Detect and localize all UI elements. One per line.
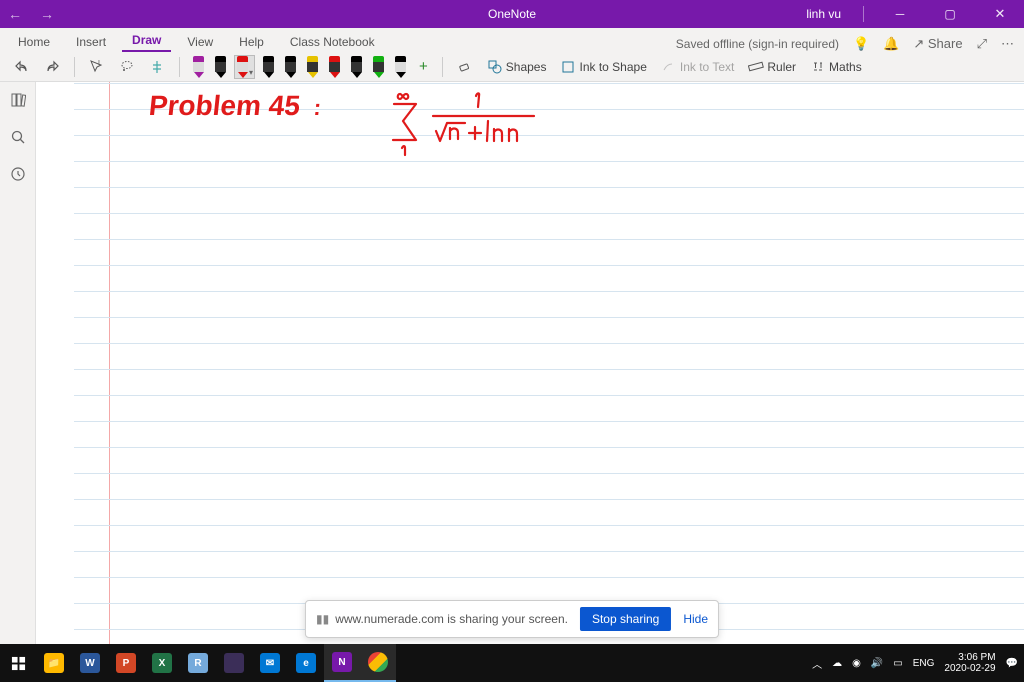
text-select-button[interactable]: I bbox=[85, 57, 109, 77]
insert-space-button[interactable] bbox=[145, 57, 169, 77]
margin-rule bbox=[109, 82, 110, 644]
maths-button[interactable]: Maths bbox=[806, 57, 866, 77]
fullscreen-icon[interactable]: ⤢ bbox=[977, 36, 987, 52]
taskbar-onenote[interactable]: N bbox=[324, 644, 360, 682]
tab-class-notebook[interactable]: Class Notebook bbox=[280, 31, 385, 52]
stop-sharing-button[interactable]: Stop sharing bbox=[580, 607, 671, 631]
pen-1[interactable] bbox=[212, 55, 229, 79]
hide-share-button[interactable]: Hide bbox=[683, 612, 708, 626]
tray-battery-icon[interactable]: ▭ bbox=[893, 658, 902, 669]
taskbar-word[interactable]: W bbox=[72, 644, 108, 682]
undo-button[interactable] bbox=[10, 57, 34, 77]
tray-notifications-icon[interactable]: 💬 bbox=[1006, 658, 1018, 669]
tab-draw[interactable]: Draw bbox=[122, 29, 171, 52]
menu-bar: Home Insert Draw View Help Class Noteboo… bbox=[0, 28, 1024, 52]
back-button[interactable]: ← bbox=[8, 6, 22, 22]
search-icon[interactable] bbox=[10, 129, 26, 148]
note-canvas[interactable]: Problem 45: bbox=[36, 82, 1024, 644]
taskbar: 📁 W P X R ✉ e N ︿ ☁ ◉ 🔊 ▭ ENG 3:06 PM 20… bbox=[0, 644, 1024, 682]
pen-9[interactable] bbox=[392, 55, 409, 79]
app-title: OneNote bbox=[488, 7, 536, 21]
pen-5[interactable] bbox=[304, 55, 321, 79]
pen-6[interactable] bbox=[326, 55, 343, 79]
screen-share-notification: ▮▮www.numerade.com is sharing your scree… bbox=[305, 600, 719, 638]
tab-insert[interactable]: Insert bbox=[66, 31, 116, 52]
pen-2[interactable]: ▾ bbox=[234, 55, 255, 79]
bell-icon[interactable]: 🔔 bbox=[883, 36, 899, 52]
ruler-button[interactable]: Ruler bbox=[744, 57, 800, 77]
add-pen-button[interactable]: + bbox=[415, 56, 432, 77]
pen-gallery: ▾ bbox=[190, 55, 409, 79]
tab-home[interactable]: Home bbox=[8, 31, 60, 52]
lasso-button[interactable] bbox=[115, 57, 139, 77]
start-button[interactable] bbox=[0, 644, 36, 682]
recent-icon[interactable] bbox=[10, 166, 26, 185]
ink-text-problem: Problem 45: bbox=[147, 90, 323, 123]
separator bbox=[179, 57, 180, 77]
title-bar: ← → OneNote linh vu ─ ▢ ✕ bbox=[0, 0, 1024, 28]
pen-4[interactable] bbox=[282, 55, 299, 79]
separator bbox=[74, 57, 75, 77]
user-name[interactable]: linh vu bbox=[806, 7, 841, 21]
taskbar-excel[interactable]: X bbox=[144, 644, 180, 682]
close-button[interactable]: ✕ bbox=[986, 6, 1014, 22]
ribbon-draw: I ▾ + Shapes Ink to Shape Ink to Text Ru… bbox=[0, 52, 1024, 82]
taskbar-mail[interactable]: ✉ bbox=[252, 644, 288, 682]
ink-to-shape-button[interactable]: Ink to Shape bbox=[556, 57, 650, 77]
taskbar-app-purple[interactable] bbox=[216, 644, 252, 682]
taskbar-rstudio[interactable]: R bbox=[180, 644, 216, 682]
pen-3[interactable] bbox=[260, 55, 277, 79]
ink-to-text-button: Ink to Text bbox=[657, 57, 738, 77]
system-tray[interactable]: ︿ ☁ ◉ 🔊 ▭ ENG 3:06 PM 2020-02-29 💬 bbox=[812, 652, 1024, 675]
taskbar-chrome[interactable] bbox=[360, 644, 396, 682]
lightbulb-icon[interactable]: 💡 bbox=[853, 36, 869, 52]
tray-clock[interactable]: 3:06 PM 2020-02-29 bbox=[944, 652, 995, 675]
pen-0[interactable] bbox=[190, 55, 207, 79]
separator bbox=[442, 57, 443, 77]
taskbar-powerpoint[interactable]: P bbox=[108, 644, 144, 682]
tab-help[interactable]: Help bbox=[229, 31, 274, 52]
ink-math-formula bbox=[386, 86, 546, 166]
pen-7[interactable] bbox=[348, 55, 365, 79]
taskbar-edge[interactable]: e bbox=[288, 644, 324, 682]
share-button[interactable]: ↗ Share bbox=[913, 36, 962, 52]
tray-language[interactable]: ENG bbox=[913, 658, 935, 669]
save-status: Saved offline (sign-in required) bbox=[676, 37, 839, 51]
left-rail bbox=[0, 82, 36, 644]
tray-cloud-icon[interactable]: ☁ bbox=[832, 658, 842, 669]
taskbar-explorer[interactable]: 📁 bbox=[36, 644, 72, 682]
tray-chevron-icon[interactable]: ︿ bbox=[812, 656, 822, 671]
redo-button[interactable] bbox=[40, 57, 64, 77]
tray-volume-icon[interactable]: 🔊 bbox=[871, 658, 883, 669]
shapes-button[interactable]: Shapes bbox=[483, 57, 551, 77]
share-message: ▮▮www.numerade.com is sharing your scree… bbox=[316, 612, 568, 626]
divider bbox=[863, 6, 864, 22]
more-icon[interactable]: ⋯ bbox=[1001, 36, 1014, 52]
tray-wifi-icon[interactable]: ◉ bbox=[852, 658, 861, 669]
minimize-button[interactable]: ─ bbox=[886, 7, 914, 21]
svg-text:I: I bbox=[98, 60, 100, 67]
maximize-button[interactable]: ▢ bbox=[936, 7, 964, 21]
forward-button[interactable]: → bbox=[40, 6, 54, 22]
pen-8[interactable] bbox=[370, 55, 387, 79]
notebooks-icon[interactable] bbox=[10, 92, 26, 111]
eraser-button[interactable] bbox=[453, 57, 477, 77]
tab-view[interactable]: View bbox=[177, 31, 223, 52]
